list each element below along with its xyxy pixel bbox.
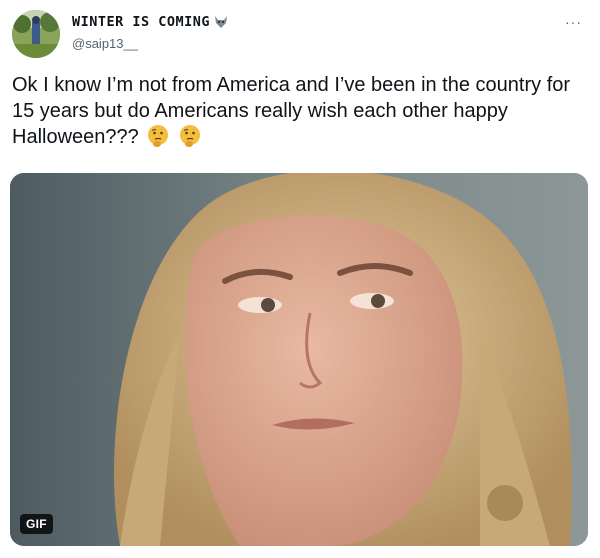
tweet-text: Ok I know I’m not from America and I’ve … [12, 72, 582, 150]
gif-media[interactable]: GIF [10, 173, 588, 546]
avatar[interactable] [12, 10, 60, 58]
thinking-face-icon [178, 124, 202, 148]
wolf-icon [214, 16, 228, 28]
user-handle[interactable]: @saip13__ [72, 36, 228, 51]
tweet-body: Ok I know I’m not from America and I’ve … [12, 74, 571, 148]
display-name-text: WINTER IS COMING [72, 14, 211, 30]
thinking-face-icon [146, 124, 170, 148]
display-name[interactable]: WINTER IS COMING [72, 14, 228, 30]
more-options-button[interactable]: ··· [565, 14, 582, 30]
gif-badge: GIF [20, 514, 53, 534]
tweet-header: WINTER IS COMING @saip13__ ··· [12, 8, 588, 60]
